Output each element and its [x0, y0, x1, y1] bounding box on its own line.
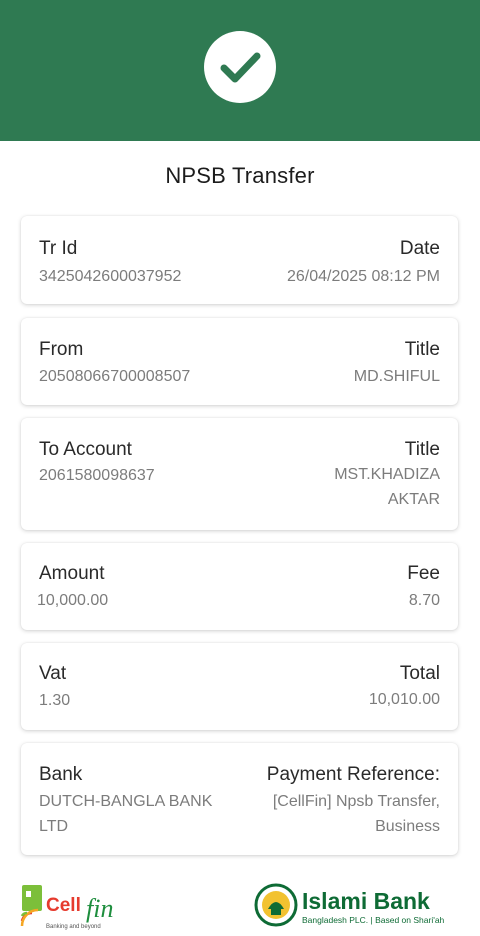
amount-card: Amount 10,000.00 Fee 8.70 — [21, 543, 458, 630]
vat-value: 1.30 — [39, 692, 71, 709]
bank-card: Bank DUTCH-BANGLA BANK LTD Payment Refer… — [21, 743, 458, 855]
from-account-card: From 20508066700008507 Title MD.SHIFUL — [21, 318, 458, 405]
cellfin-logo: Cell fin Banking and beyond — [20, 883, 140, 931]
to-account-value: 2061580098637 — [39, 467, 155, 484]
to-title-label: Title — [404, 439, 440, 460]
to-account-card: To Account 2061580098637 Title MST.KHADI… — [21, 418, 458, 530]
tr-id-label: Tr Id — [39, 238, 78, 259]
fee-label: Fee — [407, 563, 440, 584]
from-title-label: Title — [404, 339, 440, 360]
svg-text:Islami Bank: Islami Bank — [302, 888, 430, 914]
check-circle-icon — [204, 31, 276, 103]
amount-label: Amount — [39, 563, 105, 584]
payment-reference-value-line1: [CellFin] Npsb Transfer, — [272, 793, 440, 810]
page-title: NPSB Transfer — [165, 163, 315, 188]
footer-logos: Cell fin Banking and beyond Islami Bank … — [0, 875, 480, 935]
bank-value-line2: LTD — [39, 818, 69, 835]
to-title-value-line1: MST.KHADIZA — [334, 466, 440, 483]
total-value: 10,010.00 — [368, 691, 440, 708]
bank-label: Bank — [39, 764, 83, 785]
svg-text:Banking and beyond: Banking and beyond — [46, 924, 101, 930]
to-title-value-line2: AKTAR — [387, 491, 440, 508]
svg-text:fin: fin — [86, 894, 113, 923]
date-value: 26/04/2025 08:12 PM — [286, 268, 440, 285]
from-label: From — [39, 339, 84, 360]
payment-reference-value-line2: Business — [375, 818, 440, 835]
vat-card: Vat 1.30 Total 10,010.00 — [21, 643, 458, 730]
fee-value: 8.70 — [408, 592, 440, 609]
success-header — [0, 0, 480, 141]
bank-value-line1: DUTCH-BANGLA BANK — [39, 793, 213, 810]
total-label: Total — [399, 663, 440, 684]
from-value: 20508066700008507 — [39, 368, 191, 385]
payment-reference-label: Payment Reference: — [266, 764, 440, 785]
svg-text:Cell: Cell — [46, 895, 81, 916]
vat-label: Vat — [39, 663, 67, 684]
transaction-id-card: Tr Id 3425042600037952 Date 26/04/2025 0… — [21, 216, 458, 304]
amount-value: 10,000.00 — [37, 592, 109, 609]
svg-text:Bangladesh PLC. | Based on Sha: Bangladesh PLC. | Based on Shari'ah — [302, 915, 445, 925]
from-title-value: MD.SHIFUL — [353, 368, 440, 385]
to-account-label: To Account — [39, 439, 132, 460]
tr-id-value: 3425042600037952 — [39, 268, 182, 285]
date-label: Date — [399, 238, 440, 259]
islami-bank-logo: Islami Bank Bangladesh PLC. | Based on S… — [254, 883, 464, 931]
